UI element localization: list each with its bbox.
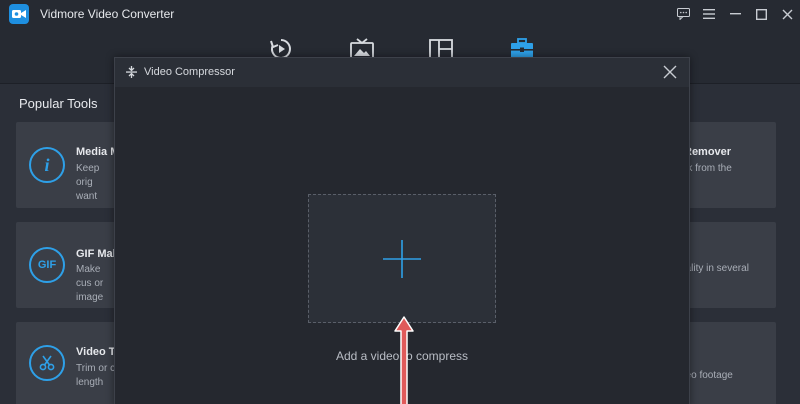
pointer-arrow-icon [394, 316, 414, 404]
app-logo [9, 4, 29, 24]
tool-desc: uality in several [680, 263, 749, 274]
feedback-button[interactable] [670, 0, 696, 28]
gif-icon: GIF [29, 247, 65, 283]
dialog-header: Video Compressor [115, 58, 689, 87]
close-window-button[interactable] [774, 0, 800, 28]
tool-name: Media M [76, 146, 120, 158]
section-title: Popular Tools [19, 96, 98, 111]
tool-desc: Make cus or image [76, 264, 104, 303]
maximize-button[interactable] [748, 0, 774, 28]
layout-grid-icon [429, 39, 453, 59]
tool-name: Remover [684, 146, 732, 158]
minimize-icon [729, 13, 741, 15]
title-bar: Vidmore Video Converter [0, 0, 800, 28]
scissors-icon [29, 345, 65, 381]
tool-desc: deo footage [680, 370, 733, 381]
info-icon: i [29, 147, 65, 183]
dialog-title: Video Compressor [144, 66, 235, 78]
minimize-button[interactable] [722, 0, 748, 28]
tool-desc: Trim or c length [76, 363, 116, 388]
tool-desc: Keep orig want [76, 163, 100, 202]
compress-icon [126, 66, 137, 78]
menu-icon [703, 9, 715, 19]
video-compressor-dialog: Video Compressor Add a video to compress [114, 57, 690, 404]
tool-name: Video Tr [76, 346, 120, 358]
plus-icon [383, 239, 421, 278]
maximize-icon [755, 8, 767, 20]
menu-button[interactable] [696, 0, 722, 28]
add-video-drop-zone[interactable] [308, 194, 496, 323]
tool-desc: rk from the [684, 163, 732, 174]
close-icon[interactable] [663, 65, 677, 79]
feedback-icon [676, 8, 690, 20]
video-camera-icon [12, 10, 26, 18]
tool-card-video-trimmer[interactable]: Video Tr Trim or c length [16, 322, 126, 404]
dialog-body: Add a video to compress [115, 87, 689, 404]
window-controls [670, 0, 800, 28]
close-icon [782, 9, 792, 19]
tool-card-media-metadata[interactable]: i Media M Keep orig want [16, 122, 126, 208]
app-title: Vidmore Video Converter [40, 7, 175, 21]
tool-card-gif-maker[interactable]: GIF GIF Make Make cus or image [16, 222, 126, 308]
